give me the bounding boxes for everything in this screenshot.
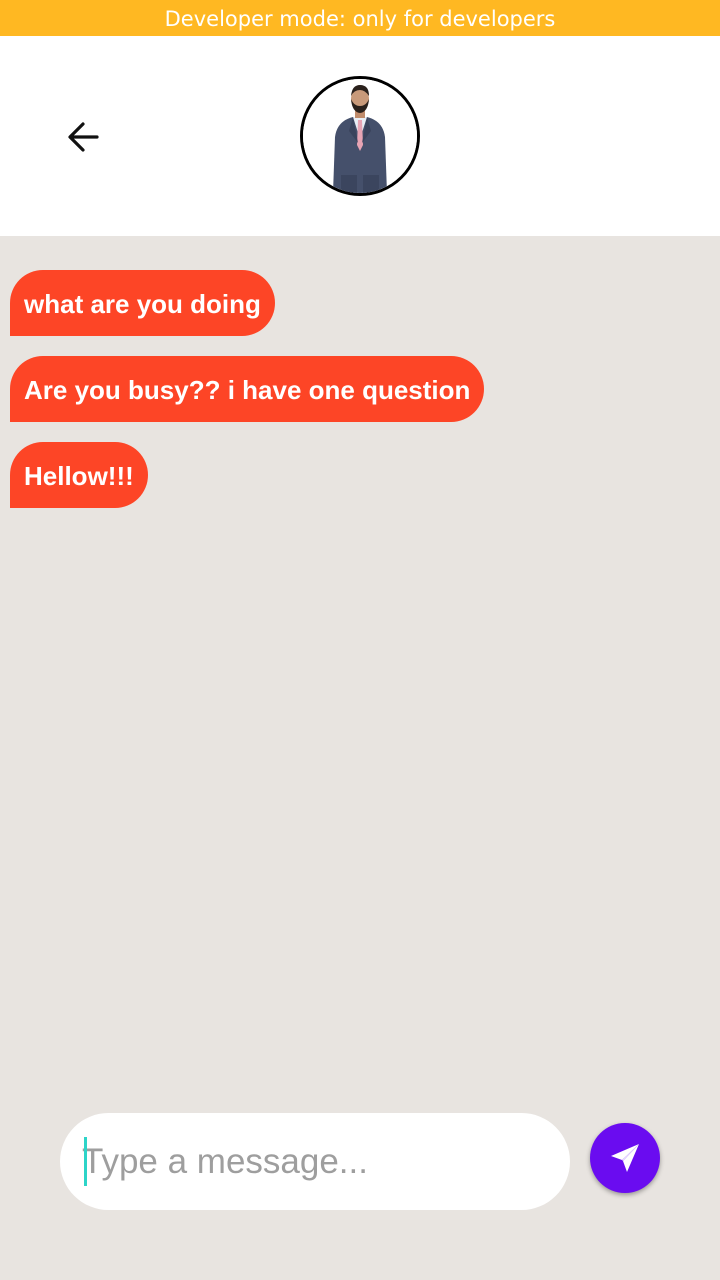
chat-header [0, 36, 720, 236]
arrow-left-icon [68, 122, 99, 152]
message-bubble[interactable]: what are you doing [10, 270, 275, 336]
text-cursor [84, 1137, 87, 1186]
message-input[interactable] [82, 1127, 542, 1196]
paper-plane-icon [611, 1144, 639, 1172]
avatar[interactable] [300, 76, 420, 196]
message-list: what are you doing Are you busy?? i have… [0, 236, 720, 1096]
message-bubble[interactable]: Are you busy?? i have one question [10, 356, 485, 422]
message-bubble[interactable]: Hellow!!! [10, 442, 148, 508]
developer-mode-banner: Developer mode: only for developers [0, 0, 720, 36]
send-button[interactable] [590, 1123, 660, 1193]
message-composer [60, 1113, 570, 1210]
back-button[interactable] [54, 108, 112, 166]
person-photo [303, 79, 417, 193]
